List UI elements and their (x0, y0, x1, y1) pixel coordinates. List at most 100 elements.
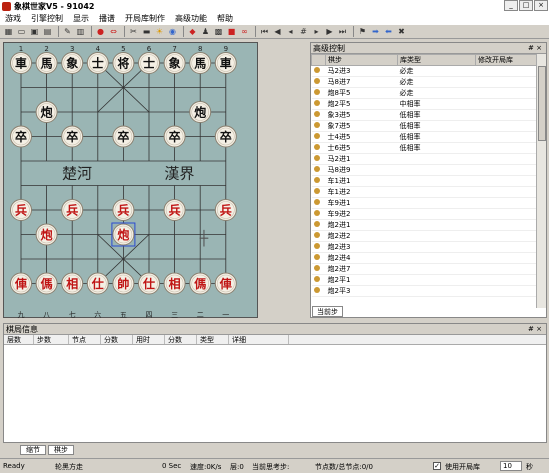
table-row[interactable]: 炮2进2 (311, 230, 537, 242)
modify-cell[interactable] (475, 109, 537, 121)
menu-advanced[interactable]: 高级功能 (175, 13, 207, 24)
tab-summary[interactable]: 缩节 (20, 445, 46, 455)
first-icon[interactable]: ⏮ (259, 26, 270, 37)
table-row[interactable]: 炮2平3 (311, 285, 537, 297)
pin-close-icon[interactable]: # × (528, 324, 542, 335)
table-row[interactable]: 马8进7 必走 (311, 76, 537, 88)
table-row[interactable]: 车9进2 (311, 208, 537, 220)
modify-cell[interactable] (475, 241, 537, 253)
seconds-input[interactable]: 10 (500, 461, 522, 471)
table-row[interactable]: 车1进2 (311, 186, 537, 198)
column-header[interactable]: 分数 (101, 335, 133, 344)
modify-cell[interactable] (475, 208, 537, 220)
new-icon[interactable]: ▦ (3, 26, 14, 37)
table-row[interactable]: 炮2进3 (311, 241, 537, 253)
modify-cell[interactable] (475, 65, 537, 77)
ladder-icon[interactable]: ♟ (200, 26, 211, 37)
column-header[interactable]: 步数 (34, 335, 69, 344)
scrollbar-thumb[interactable] (538, 66, 546, 141)
modify-cell[interactable] (475, 98, 537, 110)
back-icon[interactable]: ⬅ (383, 26, 394, 37)
table-row[interactable]: 马2进1 (311, 153, 537, 165)
table-row[interactable]: 炮8平5 必走 (311, 87, 537, 99)
menu-game[interactable]: 游戏 (5, 13, 21, 24)
book-icon[interactable]: ▬ (141, 26, 152, 37)
table-row[interactable]: 象3进5 低相率 (311, 109, 537, 121)
forward-icon[interactable]: ➡ (370, 26, 381, 37)
last-icon[interactable]: ⏭ (337, 26, 348, 37)
column-header[interactable]: 分数 (165, 335, 197, 344)
modify-cell[interactable] (475, 197, 537, 209)
modify-cell[interactable] (475, 186, 537, 198)
modify-cell[interactable] (475, 153, 537, 165)
tab-current-move[interactable]: 当前步 (312, 306, 343, 317)
minimize-button[interactable]: _ (504, 0, 518, 11)
hint-icon[interactable]: ☀ (154, 26, 165, 37)
next-next-icon[interactable]: ▶ (324, 26, 335, 37)
modify-cell[interactable] (475, 131, 537, 143)
board-graphic[interactable]: 楚河 漢界1 2 3 4 5 6 7 8 9九八七六五四三二一車馬象士将士象馬車炮 炮卒卒卒卒卒兵兵… (4, 43, 259, 319)
table-row[interactable]: 炮2进4 (311, 252, 537, 264)
table-row[interactable]: 士6进5 低相率 (311, 142, 537, 154)
column-header[interactable]: 节点 (69, 335, 101, 344)
chess-board[interactable]: 楚河 漢界 1 2 3 4 5 6 7 8 9 九八七六五四三二一車馬象士将士象馬車炮炮卒卒卒卒卒兵兵… (3, 42, 259, 319)
jump-icon[interactable]: # (298, 26, 309, 37)
modify-cell[interactable] (475, 76, 537, 88)
use-book-checkbox[interactable]: ✓ (433, 462, 441, 470)
modify-cell[interactable] (475, 175, 537, 187)
tab-moves[interactable]: 棋步 (48, 445, 74, 455)
column-header[interactable]: 棋步 (325, 54, 398, 66)
stop-icon[interactable]: ✖ (396, 26, 407, 37)
modify-cell[interactable] (475, 164, 537, 176)
table-row[interactable]: 马2进3 必走 (311, 65, 537, 77)
next-icon[interactable]: ▸ (311, 26, 322, 37)
table-row[interactable]: 车9进1 (311, 197, 537, 209)
table-row[interactable]: 炮2进1 (311, 219, 537, 231)
column-header[interactable]: 用时 (133, 335, 165, 344)
modify-cell[interactable] (475, 252, 537, 264)
table-row[interactable]: 马8进9 (311, 164, 537, 176)
table-row[interactable]: 炮2平5 中相率 (311, 98, 537, 110)
modify-cell[interactable] (475, 263, 537, 275)
scissors-icon[interactable]: ✂ (128, 26, 139, 37)
modify-cell[interactable] (475, 274, 537, 286)
modify-cell[interactable] (475, 219, 537, 231)
red-piece-icon[interactable]: ● (95, 26, 106, 37)
stop-record-icon[interactable]: ■ (226, 26, 237, 37)
infinity-icon[interactable]: ∞ (239, 26, 250, 37)
menu-display[interactable]: 显示 (73, 13, 89, 24)
close-button[interactable]: × (534, 0, 548, 11)
modify-cell[interactable] (475, 120, 537, 132)
maximize-button[interactable]: □ (519, 0, 533, 11)
table-row[interactable]: 炮2平1 (311, 274, 537, 286)
engine-icon[interactable]: ◆ (187, 26, 198, 37)
modify-cell[interactable] (475, 142, 537, 154)
column-header[interactable]: 类型 (197, 335, 229, 344)
modify-cell[interactable] (475, 230, 537, 242)
grid-icon[interactable]: ▥ (75, 26, 86, 37)
menu-engine-control[interactable]: 引擎控制 (31, 13, 63, 24)
save-icon[interactable]: ▣ (29, 26, 40, 37)
open-icon[interactable]: ▭ (16, 26, 27, 37)
table-row[interactable]: 车1进1 (311, 175, 537, 187)
prev-icon[interactable]: ◂ (285, 26, 296, 37)
prev-prev-icon[interactable]: ◀ (272, 26, 283, 37)
modify-cell[interactable] (475, 285, 537, 297)
flip-icon[interactable]: ⇔ (108, 26, 119, 37)
vertical-scrollbar[interactable] (536, 54, 546, 308)
pin-close-icon[interactable]: # × (528, 43, 542, 54)
save-as-icon[interactable]: ▤ (42, 26, 53, 37)
web-icon[interactable]: ◉ (167, 26, 178, 37)
column-header[interactable]: 详细 (229, 335, 289, 344)
menu-playback[interactable]: 播谱 (99, 13, 115, 24)
table-row[interactable]: 士4进5 低相率 (311, 131, 537, 143)
edit-icon[interactable]: ✎ (62, 26, 73, 37)
table-row[interactable]: 炮2进7 (311, 263, 537, 275)
record-icon[interactable]: ▩ (213, 26, 224, 37)
menu-help[interactable]: 帮助 (217, 13, 233, 24)
modify-cell[interactable] (475, 87, 537, 99)
column-header[interactable]: 修改开局库 (475, 54, 537, 66)
flag-icon[interactable]: ⚑ (357, 26, 368, 37)
menu-opening-book[interactable]: 开局库制作 (125, 13, 165, 24)
column-header[interactable]: 库类型 (397, 54, 476, 66)
